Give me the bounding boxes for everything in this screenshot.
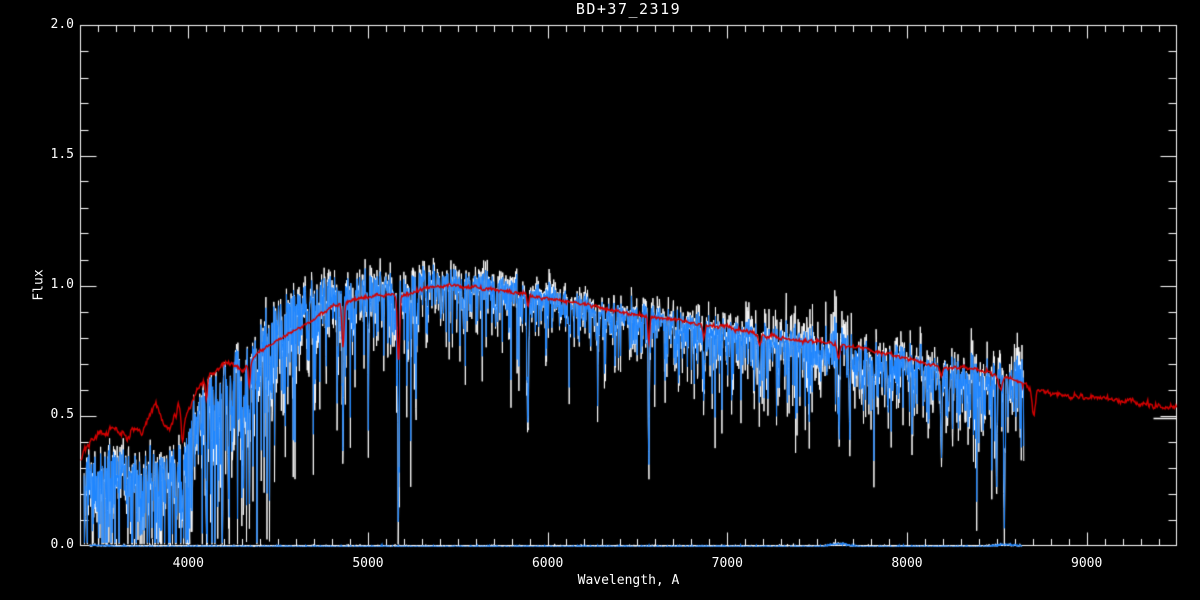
y-tick-label: 1.0 — [50, 276, 74, 292]
x-tick-label: 9000 — [1071, 556, 1103, 571]
y-tick-label: 1.5 — [50, 146, 74, 162]
spectrum-plot-window: BD+37_2319 Wavelength, A Flux 4000 5000 60… — [0, 0, 1200, 600]
x-tick-label: 6000 — [531, 556, 564, 571]
x-tick-label: 8000 — [891, 556, 923, 571]
x-axis-label: Wavelength, A — [577, 573, 680, 588]
x-tick-label: 5000 — [352, 556, 384, 571]
x-tick-label: 7000 — [711, 556, 743, 571]
y-tick-label: 0.0 — [50, 536, 74, 552]
chart-title: BD+37_2319 — [575, 0, 682, 18]
y-tick-label: 0.5 — [50, 406, 74, 422]
y-tick-label: 2.0 — [50, 16, 74, 32]
spectrum-canvas — [0, 0, 1200, 600]
x-tick-label: 4000 — [172, 556, 204, 571]
